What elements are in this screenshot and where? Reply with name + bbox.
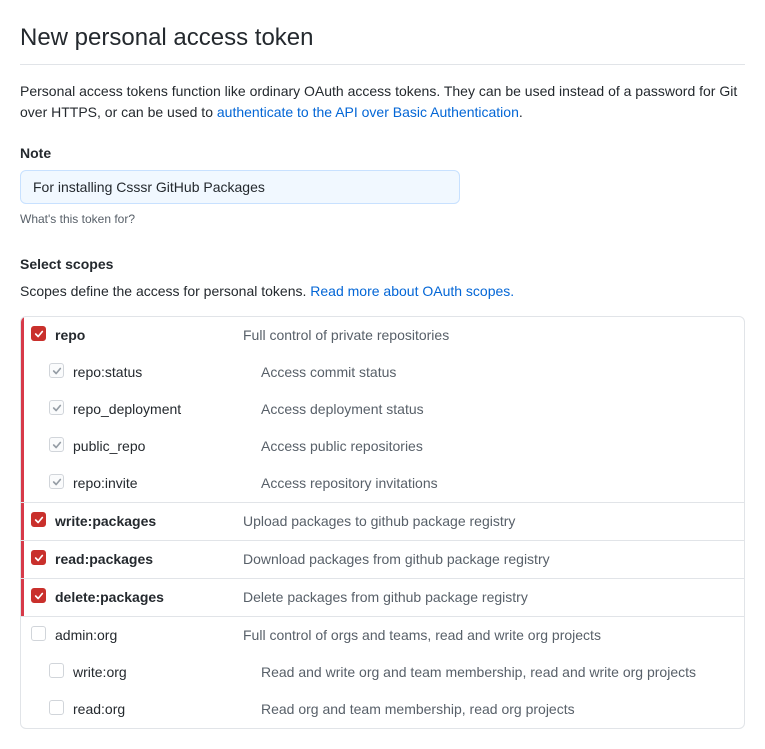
scope-label-col: read:packages bbox=[51, 549, 243, 570]
scope-label-col: delete:packages bbox=[51, 587, 243, 608]
scope-description: Upload packages to github package regist… bbox=[243, 511, 732, 532]
divider bbox=[20, 64, 745, 65]
scopes-description: Scopes define the access for personal to… bbox=[20, 281, 745, 302]
scope-checkbox[interactable] bbox=[31, 626, 46, 641]
checkbox-wrap bbox=[31, 325, 51, 341]
scope-checkbox[interactable] bbox=[49, 400, 64, 415]
scope-checkbox[interactable] bbox=[49, 663, 64, 678]
scope-label-col: read:org bbox=[69, 699, 261, 720]
scope-label-col: repo bbox=[51, 325, 243, 346]
scope-row: repo:status Access commit status bbox=[21, 354, 744, 391]
scope-row: repo Full control of private repositories bbox=[21, 317, 744, 354]
scope-row: read:org Read org and team membership, re… bbox=[21, 691, 744, 728]
checkbox-wrap bbox=[49, 362, 69, 378]
scope-label-col: public_repo bbox=[69, 436, 261, 457]
note-input[interactable] bbox=[20, 170, 460, 204]
description-text-post: . bbox=[519, 104, 523, 120]
checkbox-wrap bbox=[31, 549, 51, 565]
scopes-list: repo Full control of private repositories… bbox=[20, 316, 745, 729]
scope-row: delete:packages Delete packages from gith… bbox=[21, 579, 744, 616]
scope-description: Access commit status bbox=[261, 362, 732, 383]
scope-description: Access repository invitations bbox=[261, 473, 732, 494]
scope-checkbox[interactable] bbox=[31, 588, 46, 603]
scopes-header: Select scopes bbox=[20, 254, 745, 275]
scope-label-col: repo_deployment bbox=[69, 399, 261, 420]
checkbox-wrap bbox=[31, 511, 51, 527]
oauth-scopes-link[interactable]: Read more about OAuth scopes. bbox=[310, 283, 514, 299]
scope-checkbox[interactable] bbox=[31, 326, 46, 341]
scope-label[interactable]: admin:org bbox=[55, 627, 117, 643]
scope-label[interactable]: delete:packages bbox=[55, 589, 164, 605]
scope-label[interactable]: public_repo bbox=[73, 438, 145, 454]
scope-label[interactable]: read:org bbox=[73, 701, 125, 717]
scope-checkbox[interactable] bbox=[49, 700, 64, 715]
scope-label[interactable]: repo_deployment bbox=[73, 401, 181, 417]
scope-row: repo_deployment Access deployment status bbox=[21, 391, 744, 428]
checkbox-wrap bbox=[31, 625, 51, 641]
scope-group: delete:packages Delete packages from gith… bbox=[21, 578, 744, 616]
checkbox-wrap bbox=[31, 587, 51, 603]
scope-description: Full control of private repositories bbox=[243, 325, 732, 346]
scope-description: Download packages from github package re… bbox=[243, 549, 732, 570]
scope-label[interactable]: repo:status bbox=[73, 364, 142, 380]
scope-label[interactable]: repo bbox=[55, 327, 85, 343]
checkbox-wrap bbox=[49, 699, 69, 715]
scope-label-col: write:packages bbox=[51, 511, 243, 532]
page-title: New personal access token bbox=[20, 20, 745, 56]
scope-checkbox[interactable] bbox=[31, 550, 46, 565]
scope-description: Full control of orgs and teams, read and… bbox=[243, 625, 732, 646]
scope-label[interactable]: repo:invite bbox=[73, 475, 138, 491]
auth-api-link[interactable]: authenticate to the API over Basic Authe… bbox=[217, 104, 519, 120]
scope-label[interactable]: write:packages bbox=[55, 513, 156, 529]
scope-group: read:packages Download packages from gith… bbox=[21, 540, 744, 578]
scope-description: Read and write org and team membership, … bbox=[261, 662, 732, 683]
checkbox-wrap bbox=[49, 473, 69, 489]
scope-row: public_repo Access public repositories bbox=[21, 428, 744, 465]
note-hint: What's this token for? bbox=[20, 210, 745, 228]
scope-label-col: repo:invite bbox=[69, 473, 261, 494]
scope-label-col: repo:status bbox=[69, 362, 261, 383]
scope-row: write:org Read and write org and team mem… bbox=[21, 654, 744, 691]
scope-checkbox[interactable] bbox=[31, 512, 46, 527]
checkbox-wrap bbox=[49, 399, 69, 415]
scope-label-col: write:org bbox=[69, 662, 261, 683]
scope-description: Access deployment status bbox=[261, 399, 732, 420]
page-description: Personal access tokens function like ord… bbox=[20, 81, 745, 123]
scope-description: Delete packages from github package regi… bbox=[243, 587, 732, 608]
scope-description: Read org and team membership, read org p… bbox=[261, 699, 732, 720]
scopes-desc-text: Scopes define the access for personal to… bbox=[20, 283, 310, 299]
scope-checkbox[interactable] bbox=[49, 363, 64, 378]
scope-label-col: admin:org bbox=[51, 625, 243, 646]
scope-label[interactable]: write:org bbox=[73, 664, 127, 680]
scope-label[interactable]: read:packages bbox=[55, 551, 153, 567]
note-label: Note bbox=[20, 143, 745, 164]
scope-row: read:packages Download packages from gith… bbox=[21, 541, 744, 578]
scope-checkbox[interactable] bbox=[49, 437, 64, 452]
scope-group: admin:org Full control of orgs and teams,… bbox=[21, 616, 744, 728]
scope-row: write:packages Upload packages to github … bbox=[21, 503, 744, 540]
scope-group: write:packages Upload packages to github … bbox=[21, 502, 744, 540]
scope-group: repo Full control of private repositories… bbox=[21, 317, 744, 502]
scope-description: Access public repositories bbox=[261, 436, 732, 457]
scope-row: admin:org Full control of orgs and teams,… bbox=[21, 617, 744, 654]
checkbox-wrap bbox=[49, 662, 69, 678]
scope-checkbox[interactable] bbox=[49, 474, 64, 489]
checkbox-wrap bbox=[49, 436, 69, 452]
scope-row: repo:invite Access repository invitations bbox=[21, 465, 744, 502]
